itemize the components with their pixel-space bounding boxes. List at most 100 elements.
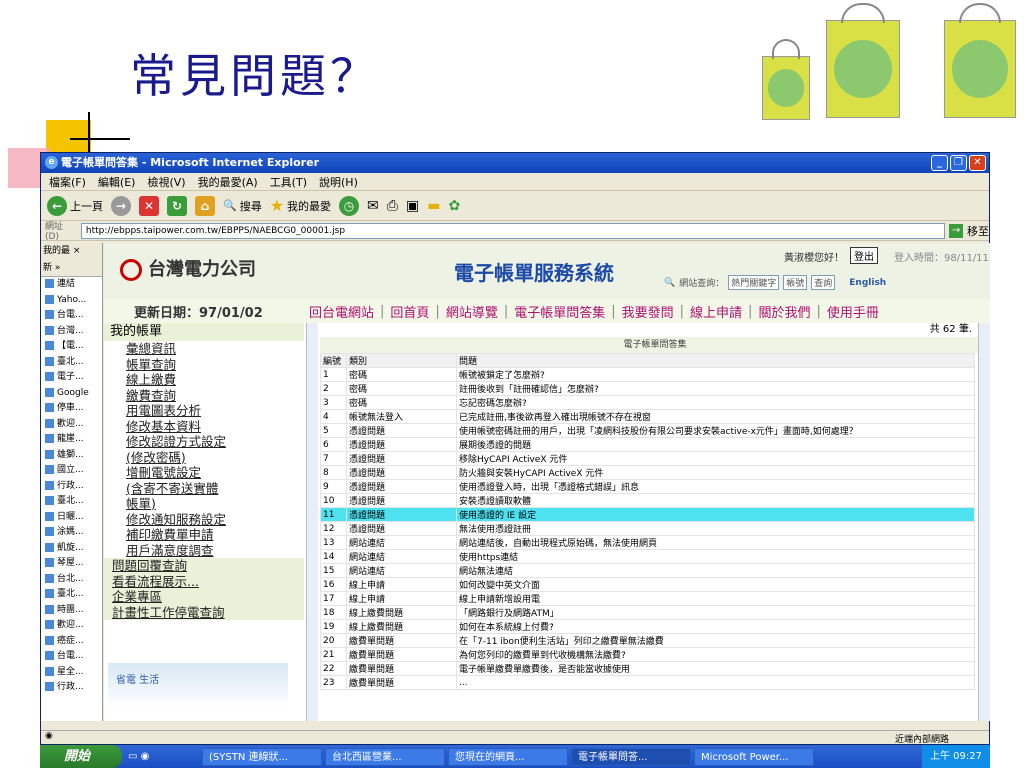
nav-item[interactable]: 用電圖表分析 xyxy=(104,403,304,419)
nav-item[interactable]: 帳單查詢 xyxy=(104,357,304,373)
favorite-item[interactable]: 行政... xyxy=(41,479,102,495)
favorite-item[interactable]: 歡迎... xyxy=(41,417,102,433)
favorite-item[interactable]: 凱旋... xyxy=(41,541,102,557)
row-question[interactable]: 使用https連結 xyxy=(456,549,975,564)
start-button[interactable]: 開始 xyxy=(40,745,122,768)
go-button[interactable]: 移至 xyxy=(967,223,989,239)
row-question[interactable]: 使用帳號密碼註冊的用戶，出現「凌網科技股份有限公司要求安裝active-x元件」… xyxy=(456,423,975,438)
table-row[interactable]: 4 帳號無法登入 已完成註冊,事後欲再登入確出現帳號不存在視窗 xyxy=(320,409,975,424)
favorite-item[interactable]: 台電... xyxy=(41,308,102,324)
refresh-icon[interactable]: ↻ xyxy=(167,195,187,216)
home-icon[interactable]: ⌂ xyxy=(195,195,215,216)
topnav-link[interactable]: 回台電網站 xyxy=(309,302,374,321)
row-question[interactable]: 已完成註冊,事後欲再登入確出現帳號不存在視窗 xyxy=(456,409,975,424)
menu-view[interactable]: 檢視(V) xyxy=(147,174,185,190)
row-question[interactable]: 線上申請新增設用電 xyxy=(456,591,975,606)
row-question[interactable]: 使用憑證的 IE 設定 xyxy=(456,507,975,522)
table-row[interactable]: 21 繳費單問題 為何您列印的繳費單到代收機構無法繳費? xyxy=(320,647,975,662)
topnav-link[interactable]: 使用手冊 xyxy=(827,302,879,321)
topnav-link[interactable]: 網站導覽 xyxy=(446,302,498,321)
search-button[interactable]: 查詢 xyxy=(811,275,836,290)
menu-file[interactable]: 檔案(F) xyxy=(49,174,86,190)
row-question[interactable]: 「網路銀行及網路ATM」 xyxy=(456,605,975,620)
topnav-link[interactable]: 線上申請 xyxy=(690,302,742,321)
favorite-item[interactable]: 癌症... xyxy=(41,634,102,650)
table-row[interactable]: 5 憑證問題 使用帳號密碼註冊的用戶，出現「凌網科技股份有限公司要求安裝active… xyxy=(320,423,975,438)
row-question[interactable]: 網站連結後，自動出現程式原始碼，無法使用網頁 xyxy=(456,535,975,550)
maximize-button[interactable]: ❐ xyxy=(950,155,967,171)
favorite-item[interactable]: 【電... xyxy=(41,339,102,355)
promo-banner-image[interactable]: 省電 生活 xyxy=(108,663,288,708)
table-row[interactable]: 16 線上申請 如何改變中英文介面 xyxy=(320,577,975,592)
history-icon[interactable]: ◷ xyxy=(339,195,360,216)
messenger-icon[interactable]: ✿ xyxy=(448,198,460,214)
favorite-item[interactable]: 台灣... xyxy=(41,324,102,340)
row-question[interactable]: 無法使用憑證註冊 xyxy=(456,521,975,536)
topnav-link[interactable]: 我要發問 xyxy=(622,302,674,321)
english-link[interactable]: English xyxy=(849,278,886,288)
favorite-item[interactable]: 龍崖... xyxy=(41,432,102,448)
nav-item[interactable]: 帳單) xyxy=(104,496,304,512)
table-row[interactable]: 12 憑證問題 無法使用憑證註冊 xyxy=(320,521,975,536)
table-row[interactable]: 17 線上申請 線上申請新增設用電 xyxy=(320,591,975,606)
folder-icon[interactable]: ▬ xyxy=(427,198,440,214)
table-row[interactable]: 9 憑證問題 使用憑證登入時，出現「憑證格式錯誤」訊息 xyxy=(320,479,975,494)
nav-item[interactable]: 增刪電號設定 xyxy=(104,465,304,481)
row-question[interactable]: 展期後憑證的問題 xyxy=(456,437,975,452)
table-row[interactable]: 3 密碼 忘記密碼怎麼辦? xyxy=(320,395,975,410)
keyword-select[interactable]: 熱門關鍵字 xyxy=(728,275,780,290)
nav-item[interactable]: 補印繳費單申請 xyxy=(104,527,304,543)
menu-help[interactable]: 說明(H) xyxy=(319,174,358,190)
table-row[interactable]: 1 密碼 帳號被鎖定了怎麼辦? xyxy=(320,367,975,382)
table-row[interactable]: 10 憑證問題 安裝憑證讀取軟體 xyxy=(320,493,975,508)
close-button[interactable]: ✕ xyxy=(969,155,986,171)
nav-header[interactable]: 我的帳單 xyxy=(104,323,304,341)
nav-item[interactable]: 彙總資訊 xyxy=(104,341,304,357)
nav-section[interactable]: 企業專區 xyxy=(104,589,304,605)
menu-edit[interactable]: 編輯(E) xyxy=(98,174,136,190)
logout-button[interactable]: 登出 xyxy=(850,247,878,264)
taskbar-task[interactable]: 台北西區營業... xyxy=(325,747,445,766)
row-question[interactable]: 在「7-11 ibon便利生活站」列印之繳費單無法繳費 xyxy=(456,633,975,648)
favorite-item[interactable]: 停車... xyxy=(41,401,102,417)
table-row[interactable]: 18 線上繳費問題 「網路銀行及網路ATM」 xyxy=(320,605,975,620)
nav-item[interactable]: 用戶滿意度調查 xyxy=(104,543,304,559)
search-type-select[interactable]: 帳號 xyxy=(783,275,808,290)
row-question[interactable]: 移除HyCAPI ActiveX 元件 xyxy=(456,451,975,466)
favorite-item[interactable]: Yaho... xyxy=(41,293,102,309)
company-logo[interactable]: 台灣電力公司 xyxy=(120,255,256,281)
favorites-header[interactable]: 我的最 × xyxy=(41,243,102,259)
row-question[interactable]: 電子帳單繳費單繳費後，是否能當收據使用 xyxy=(456,661,975,676)
row-question[interactable]: 網站無法連結 xyxy=(456,563,975,578)
favorite-item[interactable]: 國立... xyxy=(41,463,102,479)
nav-section[interactable]: 計畫性工作停電查詢 xyxy=(104,604,304,620)
row-question[interactable]: 帳號被鎖定了怎麼辦? xyxy=(456,367,975,382)
favorite-item[interactable]: 臺北... xyxy=(41,494,102,510)
favorite-item[interactable]: 時團... xyxy=(41,603,102,619)
table-row[interactable]: 13 網站連結 網站連結後，自動出現程式原始碼，無法使用網頁 xyxy=(320,535,975,550)
topnav-link[interactable]: 電子帳單問答集 xyxy=(514,302,605,321)
row-question[interactable]: 註冊後收到「註冊確認信」怎麼辦? xyxy=(456,381,975,396)
desktop-icon[interactable]: ▭ xyxy=(128,751,137,762)
edit-icon[interactable]: ▣ xyxy=(406,198,419,214)
favorite-item[interactable]: 星全... xyxy=(41,665,102,681)
taskbar-task[interactable]: 電子帳單問答... xyxy=(571,747,691,766)
favorite-item[interactable]: 歡迎... xyxy=(41,618,102,634)
row-question[interactable]: 如何改變中英文介面 xyxy=(456,577,975,592)
nav-item[interactable]: (含寄不寄送實體 xyxy=(104,481,304,497)
taskbar-task[interactable]: Microsoft Power... xyxy=(694,747,814,766)
row-question[interactable]: 使用憑證登入時，出現「憑證格式錯誤」訊息 xyxy=(456,479,975,494)
ie-icon[interactable]: ◉ xyxy=(141,751,150,762)
favorite-item[interactable]: 涂媽... xyxy=(41,525,102,541)
favorite-item[interactable]: Google xyxy=(41,386,102,402)
favorite-item[interactable]: 台北... xyxy=(41,572,102,588)
favorite-item[interactable]: 臺北... xyxy=(41,355,102,371)
row-question[interactable]: 忘記密碼怎麼辦? xyxy=(456,395,975,410)
favorites-button[interactable]: ★ 我的最愛 xyxy=(270,196,331,215)
go-arrow-icon[interactable]: → xyxy=(949,223,964,238)
menu-favorites[interactable]: 我的最愛(A) xyxy=(198,174,258,190)
print-icon[interactable]: ⎙ xyxy=(387,198,398,214)
favorite-item[interactable]: 琴屋... xyxy=(41,556,102,572)
search-button[interactable]: 🔍 搜尋 xyxy=(223,198,262,214)
topnav-link[interactable]: 關於我們 xyxy=(758,302,810,321)
